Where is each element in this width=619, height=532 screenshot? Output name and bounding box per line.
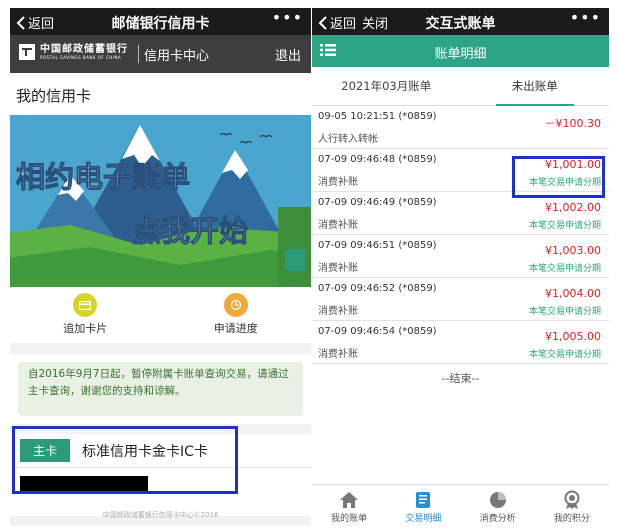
chevron-left-icon [16, 15, 25, 30]
installment-link[interactable]: 本笔交易申请分期 [529, 304, 601, 317]
e-statement-banner[interactable]: 相约电子账单 点我开始 [10, 115, 311, 287]
bank-name-en: POSTAL SAVINGS BANK OF CHINA [40, 54, 122, 60]
bank-header: 中国邮政储蓄银行 POSTAL SAVINGS BANK OF CHINA 信用… [10, 35, 311, 73]
transaction-list: 09-05 10:21:51 (*0859) 人行转入转帐 －¥100.30 0… [312, 106, 609, 386]
end-of-list-label: --结束-- [441, 372, 480, 385]
transaction-amount: ¥1,003.00 [545, 244, 601, 257]
transaction-amount: ¥1,004.00 [545, 287, 601, 300]
banner-headline: 相约电子账单 [16, 160, 190, 194]
add-card-label: 追加卡片 [63, 322, 108, 335]
back-label: 返回 [330, 17, 357, 32]
highlight-box [12, 426, 238, 494]
book-icon [416, 492, 431, 508]
credit-card-center-label: 信用卡中心 [144, 49, 210, 64]
bank-emblem-icon [19, 44, 35, 60]
transaction-row[interactable]: 07-09 09:46:51 (*0859) 消费补账 ¥1,003.00 本笔… [312, 235, 609, 278]
nav-label: 我的账单 [331, 514, 368, 524]
add-card-button[interactable]: 追加卡片 [10, 287, 161, 343]
application-progress-button[interactable]: 申请进度 [161, 287, 312, 343]
tab-march-statement[interactable]: 2021年03月账单 [312, 67, 461, 105]
nav-label: 我的积分 [553, 514, 590, 524]
card-icon [73, 293, 98, 317]
page-title: 邮储银行信用卡 [111, 16, 210, 32]
statement-detail-title: 账单明细 [434, 47, 487, 62]
top-bar: 返回 关闭 交互式账单 ••• [312, 8, 609, 35]
transaction-amount: －¥100.30 [544, 117, 602, 130]
home-icon [340, 492, 359, 508]
installment-link[interactable]: 本笔交易申请分期 [529, 261, 601, 274]
statement-tabs: 2021年03月账单 未出账单 [312, 67, 609, 106]
transaction-amount: ¥1,005.00 [545, 330, 601, 343]
back-button[interactable]: 返回 [318, 13, 356, 32]
nav-my-points[interactable]: 我的积分 [535, 485, 609, 526]
close-button[interactable]: 关闭 [362, 13, 388, 32]
tab-unbilled[interactable]: 未出账单 [461, 67, 610, 106]
mountain-landscape-illustration: 相约电子账单 点我开始 [10, 115, 311, 287]
page-title: 交互式账单 [425, 16, 496, 32]
chevron-left-icon [318, 15, 327, 30]
installment-link[interactable]: 本笔交易申请分期 [529, 218, 601, 231]
interactive-statement-screen: 返回 关闭 交互式账单 ••• 账单明细 2021年03月账单 未出账单 09-… [312, 8, 609, 526]
divider [138, 45, 139, 63]
nav-label: 消费分析 [479, 514, 516, 524]
section-title: 我的信用卡 [10, 73, 311, 115]
transaction-amount: ¥1,002.00 [545, 201, 601, 214]
nav-transaction-detail[interactable]: 交易明细 [386, 485, 460, 526]
logout-button[interactable]: 退出 [275, 45, 301, 64]
notice-section: 自2016年9月7日起，暂停附属卡账单查询交易，请通过主卡查询，谢谢您的支持和谅… [10, 354, 311, 424]
nav-label: 交易明细 [405, 514, 442, 524]
list-menu-icon[interactable] [320, 43, 336, 61]
nav-my-bill[interactable]: 我的账单 [312, 485, 386, 526]
more-menu-button[interactable]: ••• [570, 8, 601, 27]
notice-message: 自2016年9月7日起，暂停附属卡账单查询交易，请通过主卡查询，谢谢您的支持和谅… [18, 362, 303, 416]
transaction-description: 人行转入转帐 [318, 134, 378, 145]
bank-name-cn: 中国邮政储蓄银行 [40, 43, 128, 55]
copyright-footer: 中国邮政储蓄银行信用卡中心©2016 [102, 511, 219, 519]
transaction-row[interactable]: 07-09 09:46:52 (*0859) 消费补账 ¥1,004.00 本笔… [312, 278, 609, 321]
quick-actions: 追加卡片 申请进度 [10, 287, 311, 343]
progress-icon [223, 293, 248, 317]
application-progress-label: 申请进度 [213, 322, 258, 335]
highlight-box [512, 156, 605, 198]
transaction-row[interactable]: 09-05 10:21:51 (*0859) 人行转入转帐 －¥100.30 [312, 106, 609, 149]
banner-subheadline: 点我开始 [132, 214, 248, 248]
statement-detail-header: 账单明细 [312, 35, 609, 67]
nav-spending-analysis[interactable]: 消费分析 [461, 485, 535, 526]
bank-logo: 中国邮政储蓄银行 POSTAL SAVINGS BANK OF CHINA [18, 43, 128, 61]
back-label: 返回 [28, 17, 55, 32]
top-bar: 返回 邮储银行信用卡 ••• [10, 8, 311, 35]
transaction-row[interactable]: 07-09 09:46:49 (*0859) 消费补账 ¥1,002.00 本笔… [312, 192, 609, 235]
back-button[interactable]: 返回 [16, 13, 54, 32]
installment-link[interactable]: 本笔交易申请分期 [529, 347, 601, 360]
credit-card-home-screen: 返回 邮储银行信用卡 ••• 中国邮政储蓄银行 POSTAL SAVINGS B… [10, 8, 311, 526]
bottom-navigation: 我的账单 交易明细 消费分析 我的积分 [312, 484, 609, 526]
medal-icon [564, 490, 580, 509]
more-menu-button[interactable]: ••• [272, 8, 303, 27]
transaction-row[interactable]: 07-09 09:46:54 (*0859) 消费补账 ¥1,005.00 本笔… [312, 321, 609, 364]
pie-chart-icon [489, 492, 506, 508]
